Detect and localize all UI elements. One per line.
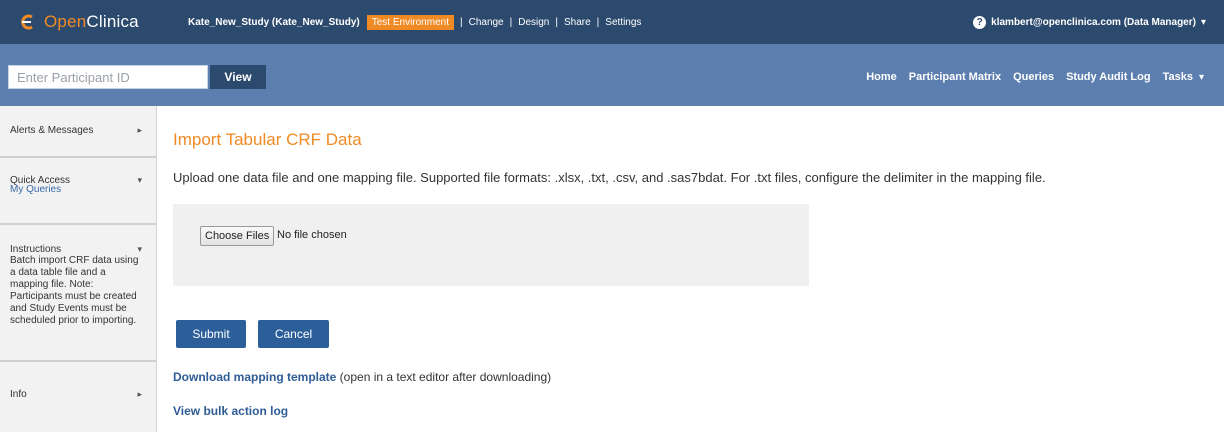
sidebar-info-label: Info xyxy=(10,388,27,400)
main-nav: Home Participant Matrix Queries Study Au… xyxy=(854,65,1204,89)
sidebar-alerts-label: Alerts & Messages xyxy=(10,124,94,136)
chevron-down-icon[interactable]: ▾ xyxy=(1201,17,1206,28)
separator: | xyxy=(555,16,558,28)
sidebar-info-header[interactable]: Info ▸ xyxy=(0,362,156,400)
submit-button[interactable]: Submit xyxy=(176,320,246,348)
sidebar-alerts-section: Alerts & Messages ▸ xyxy=(0,106,156,158)
separator: | xyxy=(509,16,513,28)
download-template-line: Download mapping template (open in a tex… xyxy=(173,370,551,384)
download-mapping-template-link[interactable]: Download mapping template xyxy=(173,370,336,384)
study-bar: Kate_New_Study (Kate_New_Study) Test Env… xyxy=(188,0,641,44)
settings-link[interactable]: Settings xyxy=(605,17,641,28)
change-study-link[interactable]: Change xyxy=(469,17,504,28)
choose-files-button[interactable]: Choose Files xyxy=(200,226,275,246)
chevron-down-icon[interactable]: ▾ xyxy=(137,175,142,186)
sidebar-instructions-label: Instructions xyxy=(10,243,62,255)
cancel-button[interactable]: Cancel xyxy=(258,320,329,348)
logo-text-open: Open xyxy=(44,12,87,31)
separator: | xyxy=(459,16,463,28)
user-account-label[interactable]: klambert@openclinica.com (Data Manager) xyxy=(991,17,1196,28)
file-upload-panel: Choose Files No file chosen xyxy=(173,204,809,286)
help-icon[interactable]: ? xyxy=(973,15,987,29)
nav-queries[interactable]: Queries xyxy=(1013,71,1054,83)
view-bulk-action-log-link[interactable]: View bulk action log xyxy=(173,404,288,418)
sidebar-instructions-header[interactable]: Instructions ▾ xyxy=(0,225,156,255)
current-study-name: Kate_New_Study (Kate_New_Study) xyxy=(188,16,360,28)
design-link[interactable]: Design xyxy=(518,17,549,28)
openclinica-logo[interactable]: OpenClinica xyxy=(18,10,139,34)
user-menu[interactable]: ? klambert@openclinica.com (Data Manager… xyxy=(973,0,1206,44)
file-status-text: No file chosen xyxy=(277,229,347,241)
chevron-down-icon[interactable]: ▾ xyxy=(137,244,142,255)
sidebar-info-section: Info ▸ xyxy=(0,362,156,402)
openclinica-logo-icon xyxy=(21,14,33,30)
nav-participant-matrix[interactable]: Participant Matrix xyxy=(909,71,1001,83)
my-queries-link[interactable]: My Queries xyxy=(0,184,156,195)
sidebar-alerts-header[interactable]: Alerts & Messages ▸ xyxy=(0,106,156,136)
share-link[interactable]: Share xyxy=(564,17,591,28)
page-title: Import Tabular CRF Data xyxy=(173,130,362,149)
chevron-down-icon[interactable]: ▾ xyxy=(1199,72,1204,83)
page-description: Upload one data file and one mapping fil… xyxy=(173,170,1046,185)
logo-text: OpenClinica xyxy=(44,12,139,32)
nav-study-audit-log[interactable]: Study Audit Log xyxy=(1066,71,1151,83)
separator: | xyxy=(596,16,600,28)
nav-home[interactable]: Home xyxy=(866,71,897,83)
top-bar: OpenClinica Kate_New_Study (Kate_New_Stu… xyxy=(0,0,1224,44)
view-participant-button[interactable]: View xyxy=(210,65,266,89)
download-template-note: (open in a text editor after downloading… xyxy=(336,370,552,384)
instructions-text: Batch import CRF data using a data table… xyxy=(10,255,139,326)
sidebar-instructions-section: Instructions ▾ Batch import CRF data usi… xyxy=(0,225,156,362)
sidebar-quick-access-section: Quick Access ▾ My Queries xyxy=(0,158,156,225)
sidebar: Alerts & Messages ▸ Quick Access ▾ My Qu… xyxy=(0,106,157,432)
logo-text-clinica: Clinica xyxy=(86,12,139,31)
sidebar-quick-access-header[interactable]: Quick Access ▾ xyxy=(0,158,156,186)
nav-tasks[interactable]: Tasks xyxy=(1163,71,1193,83)
main-nav-bar: View Home Participant Matrix Queries Stu… xyxy=(0,44,1224,106)
environment-badge: Test Environment xyxy=(366,14,454,30)
chevron-right-icon[interactable]: ▸ xyxy=(137,389,142,400)
chevron-right-icon[interactable]: ▸ xyxy=(137,125,142,136)
participant-id-input[interactable] xyxy=(8,65,208,89)
